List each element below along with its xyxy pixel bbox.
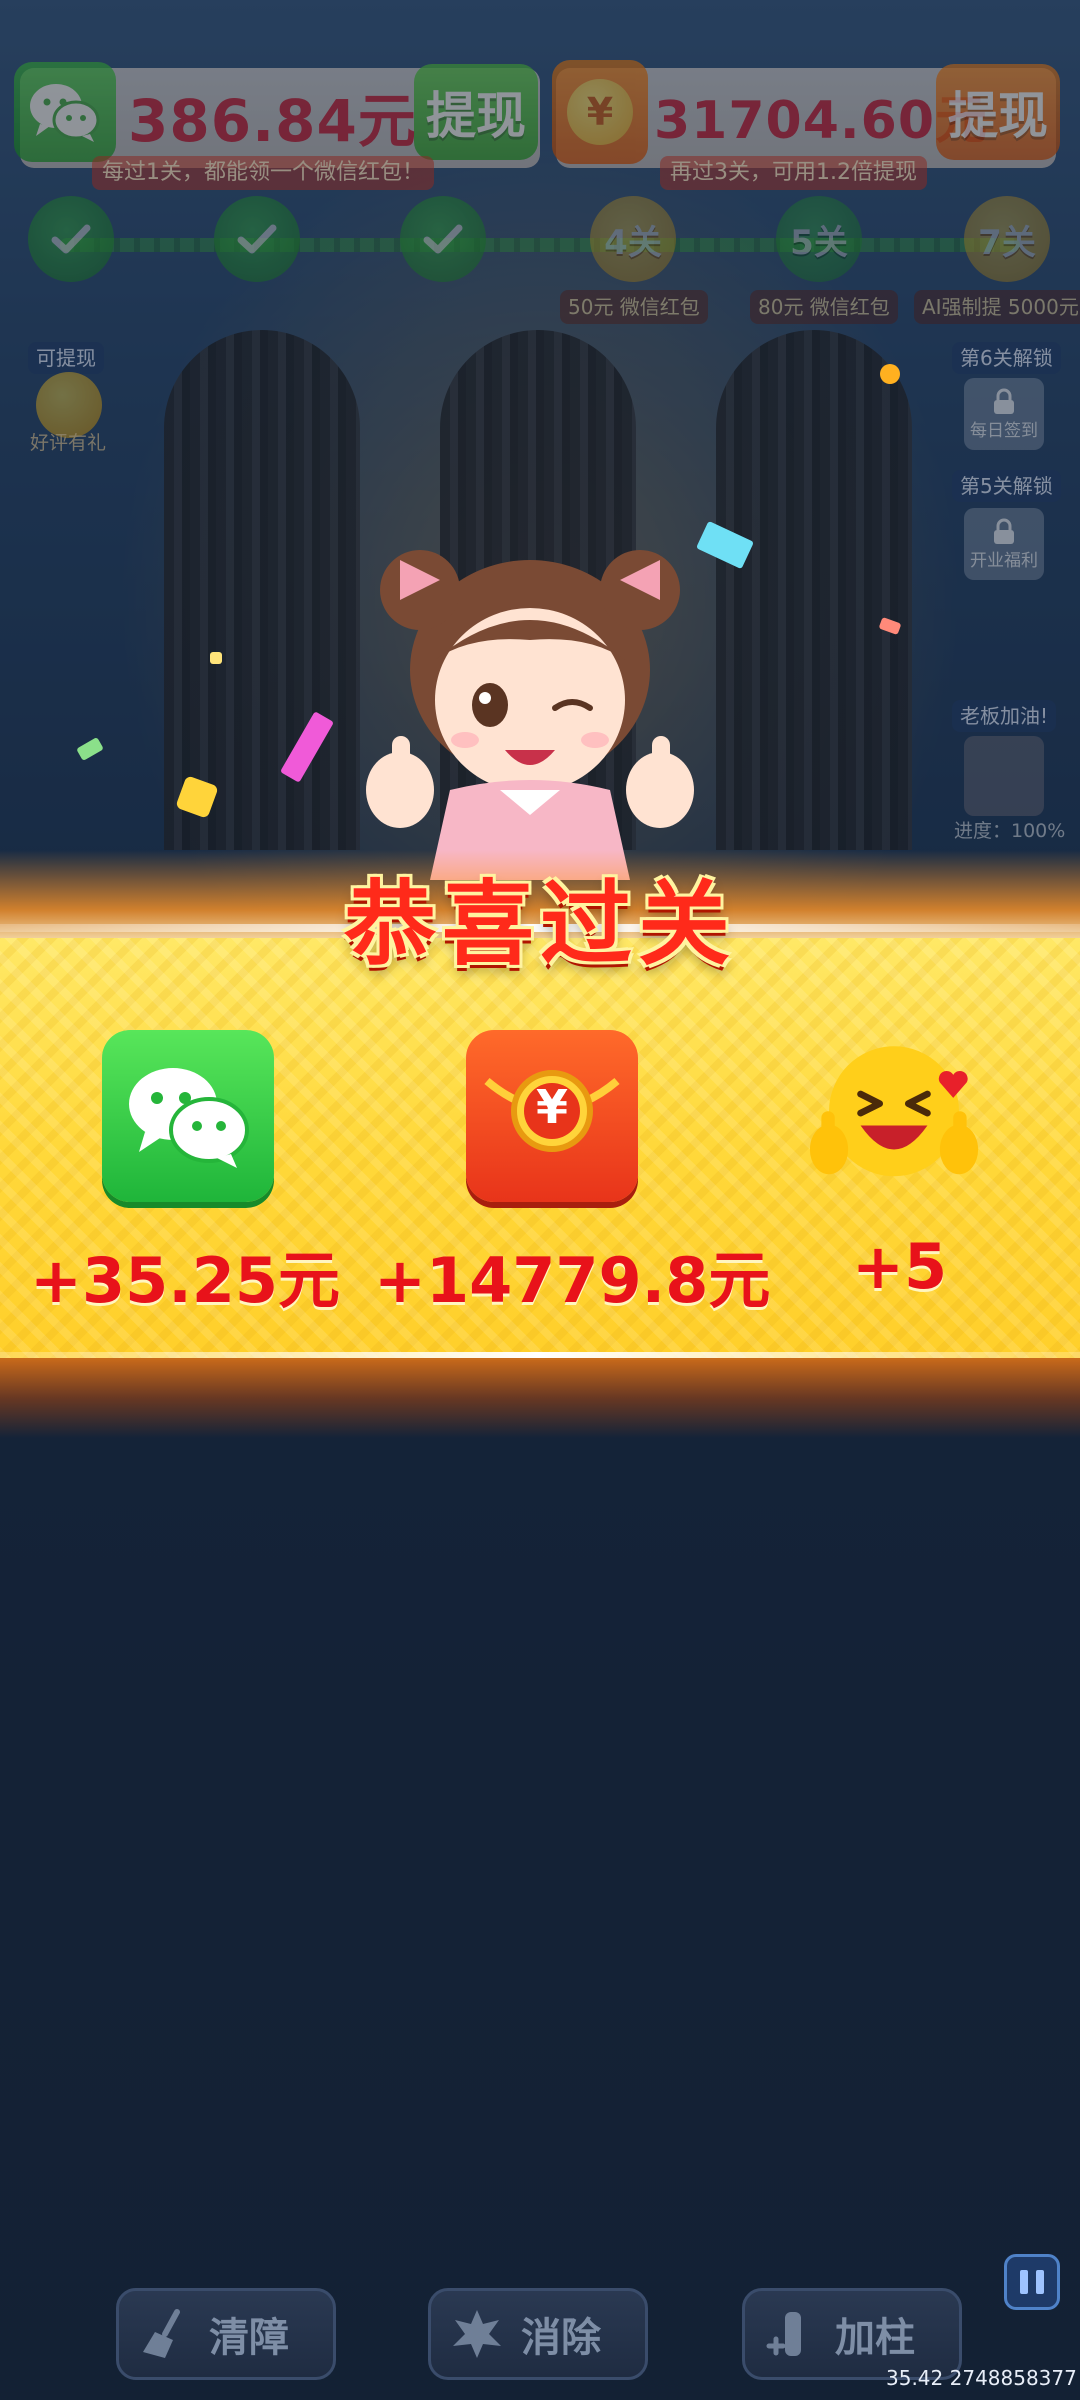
add-pillar-icon [763,2306,819,2362]
wechat-reward-value: +35.25元 [30,1244,341,1317]
emoji-reward-value: +5 [852,1230,948,1303]
remove-label: 消除 [521,2315,601,2361]
debug-id-text: 35.42 2748858377 [886,2366,1077,2390]
clear-obstacle-button[interactable]: 清障 [116,2288,336,2380]
emoji-thumbs-up-icon [808,1030,980,1202]
confetti-piece [210,652,222,664]
pause-button[interactable] [1004,2254,1060,2310]
broom-icon [137,2306,193,2362]
explosion-icon [449,2306,505,2362]
red-packet-reward-value: +14779.8元 [374,1244,771,1317]
clear-obstacle-label: 清障 [209,2315,289,2361]
confetti-piece [880,364,900,384]
yen-symbol: ¥ [535,1080,568,1134]
pause-icon [1020,2270,1028,2294]
level-cleared-title: 恭喜过关 [343,871,736,978]
wechat-icon [102,1030,274,1202]
red-packet-icon: ¥ [466,1030,638,1202]
add-pillar-label: 加柱 [835,2315,915,2361]
remove-button[interactable]: 消除 [428,2288,648,2380]
girl-character-icon [366,550,694,880]
banner-shadow [0,1358,1080,1438]
